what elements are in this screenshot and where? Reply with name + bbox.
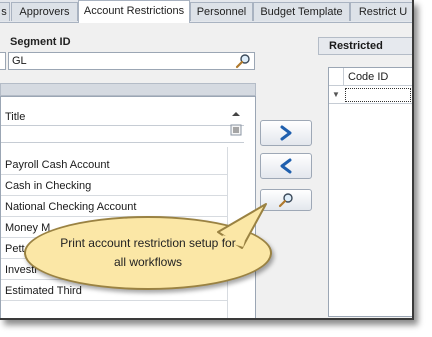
print-restrictions-button[interactable] — [260, 189, 312, 211]
list-item[interactable]: Cash in Checking — [1, 176, 227, 196]
filter-cell[interactable] — [345, 88, 411, 102]
chevron-left-icon — [280, 158, 292, 174]
filter-row[interactable] — [1, 127, 244, 143]
scroll-up-icon — [232, 112, 240, 116]
restricted-accounts-grid: Code ID ▼ — [328, 67, 412, 317]
available-panel-header — [0, 83, 256, 96]
filter-row[interactable]: ▼ — [329, 87, 412, 104]
tab-partial-left[interactable]: s — [0, 2, 10, 21]
add-restriction-button[interactable] — [260, 120, 312, 146]
segment-id-input[interactable]: GL — [8, 52, 255, 70]
grid-scroll-controls[interactable] — [229, 109, 243, 139]
tab-account-restrictions[interactable]: Account Restrictions — [78, 0, 190, 23]
list-item[interactable]: National Checking Account — [1, 197, 227, 217]
restricted-panel-title: Restricted — [318, 37, 412, 55]
chevron-right-icon — [280, 125, 292, 141]
column-header-title[interactable]: Title — [1, 108, 244, 126]
filter-icon: ▼ — [332, 90, 340, 99]
segment-lookup-button[interactable] — [232, 53, 254, 69]
magnifier-icon — [235, 54, 250, 69]
tab-personnel[interactable]: Personnel — [190, 2, 253, 21]
tab-approvers[interactable]: Approvers — [11, 2, 78, 21]
segment-id-label: Segment ID — [10, 36, 71, 48]
remove-restriction-button[interactable] — [260, 153, 312, 179]
callout-text: Print account restriction setup for all … — [40, 234, 256, 272]
tab-bar: s Approvers Account Restrictions Personn… — [0, 0, 412, 23]
column-header-code-id[interactable]: Code ID — [343, 68, 412, 86]
magnifier-icon — [278, 193, 293, 208]
list-item[interactable]: Payroll Cash Account — [1, 155, 227, 175]
row-selector-header — [329, 68, 343, 86]
callout-line-1: Print account restriction setup for — [60, 236, 236, 250]
callout-line-2: all workflows — [113, 255, 182, 269]
left-field-edge — [0, 52, 6, 70]
tab-budget-template[interactable]: Budget Template — [253, 2, 350, 21]
tab-restrict-u[interactable]: Restrict U — [350, 2, 412, 21]
